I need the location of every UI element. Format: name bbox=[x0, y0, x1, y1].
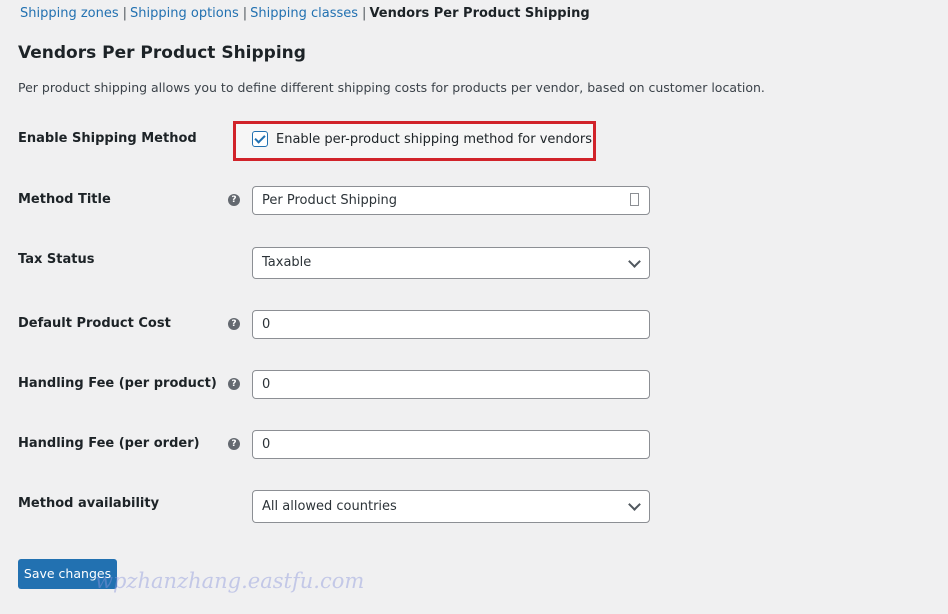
page-description: Per product shipping allows you to defin… bbox=[18, 80, 765, 95]
tax-status-select[interactable]: Taxable bbox=[252, 247, 650, 279]
method-title-input[interactable]: Per Product Shipping bbox=[252, 186, 650, 215]
separator: | bbox=[362, 6, 367, 21]
fee-order-label: Handling Fee (per order) bbox=[18, 436, 200, 451]
default-cost-input[interactable]: 0 bbox=[252, 310, 650, 339]
help-icon[interactable]: ? bbox=[228, 194, 240, 206]
method-title-label: Method Title bbox=[18, 192, 111, 207]
fee-product-label: Handling Fee (per product) bbox=[18, 376, 217, 391]
page-title: Vendors Per Product Shipping bbox=[18, 43, 306, 63]
link-shipping-zones[interactable]: Shipping zones bbox=[20, 6, 119, 21]
separator: | bbox=[122, 6, 128, 21]
separator: | bbox=[242, 6, 248, 21]
availability-value: All allowed countries bbox=[262, 499, 397, 514]
tax-status-label: Tax Status bbox=[18, 252, 95, 267]
breadcrumb-current: Vendors Per Product Shipping bbox=[369, 6, 590, 21]
chevron-down-icon bbox=[628, 255, 641, 268]
save-changes-button[interactable]: Save changes bbox=[18, 559, 117, 589]
default-cost-label: Default Product Cost bbox=[18, 316, 171, 331]
help-icon[interactable]: ? bbox=[228, 318, 240, 330]
fee-order-input[interactable]: 0 bbox=[252, 430, 650, 459]
enable-checkbox[interactable] bbox=[252, 131, 268, 147]
availability-label: Method availability bbox=[18, 496, 160, 511]
chevron-down-icon bbox=[628, 498, 641, 511]
tax-status-value: Taxable bbox=[262, 255, 312, 270]
breadcrumb: Shipping zones | Shipping options | Shipping… bbox=[20, 6, 590, 21]
fee-product-input[interactable]: 0 bbox=[252, 370, 650, 399]
enable-label: Enable Shipping Method bbox=[18, 131, 197, 146]
availability-select[interactable]: All allowed countries bbox=[252, 490, 650, 523]
method-title-value: Per Product Shipping bbox=[262, 193, 398, 208]
link-shipping-classes[interactable]: Shipping classes bbox=[250, 6, 358, 21]
field-tool-icon[interactable] bbox=[630, 193, 639, 206]
link-shipping-options[interactable]: Shipping options bbox=[130, 6, 239, 21]
help-icon[interactable]: ? bbox=[228, 378, 240, 390]
enable-checkbox-label[interactable]: Enable per-product shipping method for v… bbox=[276, 132, 592, 147]
watermark: wpzhanzhang.eastfu.com bbox=[95, 569, 365, 593]
help-icon[interactable]: ? bbox=[228, 438, 240, 450]
